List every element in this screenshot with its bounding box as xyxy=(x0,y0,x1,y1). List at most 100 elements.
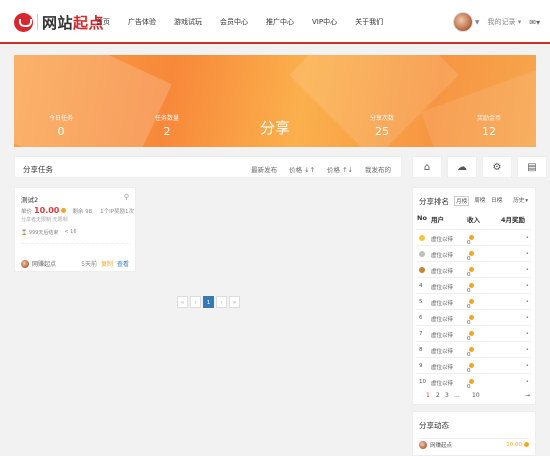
rank-page-10[interactable]: 10 xyxy=(472,392,480,399)
ranking-row: 6 虚位以待 0 • xyxy=(417,309,531,326)
card-divider xyxy=(21,243,129,244)
nav-member-center[interactable]: 会员中心 xyxy=(220,17,248,27)
nav-promotion-center[interactable]: 推广中心 xyxy=(266,17,294,27)
task-price: 单价 10.00 剩余 98 1个IP奖励1次 xyxy=(21,206,135,215)
nav-home[interactable]: 首页 xyxy=(96,17,110,27)
sort-price-desc[interactable]: 价格 ↑↓ xyxy=(327,164,353,174)
activity-avatar xyxy=(419,441,427,449)
row-menu-icon[interactable]: • xyxy=(526,379,529,385)
site-logo[interactable]: 网站起点 xyxy=(14,11,104,33)
my-records-link[interactable]: 我的记录 ▾ xyxy=(488,17,522,27)
tab-daily[interactable]: 日榜 xyxy=(490,196,503,206)
share-activity-panel: 分享动态 网赚起点 10.00 xyxy=(412,411,536,456)
quick-icon-bar: ⌂ ☁ ⚙ ▤ xyxy=(412,156,547,178)
arrow-right-icon[interactable]: → xyxy=(525,392,530,399)
cloud-upload-icon[interactable]: ☁ xyxy=(447,156,477,178)
page-prev[interactable]: ‹ xyxy=(190,296,201,308)
pin-icon: ⚲ xyxy=(123,193,129,201)
col-no: No xyxy=(417,214,427,222)
row-menu-icon[interactable]: • xyxy=(526,267,529,273)
mail-icon[interactable]: ✉▾ xyxy=(529,18,540,27)
row-menu-icon[interactable]: • xyxy=(526,331,529,337)
chevron-down-icon: ▾ xyxy=(517,18,522,26)
task-limit: 分享者无限制 无限制 xyxy=(21,217,68,223)
nav-about-us[interactable]: 关于我们 xyxy=(355,17,383,27)
task-stats: ⌛ 999天后结束 < 16 xyxy=(21,229,83,236)
author-avatar xyxy=(21,259,29,268)
tab-history[interactable]: 历史▾ xyxy=(507,196,529,206)
share-ranking-panel: 分享排名 月榜 周榜 日榜 历史▾ No 用户 收入 4月奖励 虚位以待 0 •… xyxy=(412,187,536,405)
logo-icon xyxy=(14,12,33,32)
home-icon[interactable]: ⌂ xyxy=(412,156,442,178)
stat-reward-coins: 奖励金币 12 xyxy=(476,115,501,138)
page-current[interactable]: 1 xyxy=(203,296,214,308)
sort-my-posts[interactable]: 我发布的 xyxy=(365,164,391,174)
col-user: 用户 xyxy=(431,216,444,224)
share-activity-divider xyxy=(419,438,529,439)
ranking-row: 7 虚位以待 0 • xyxy=(417,325,531,342)
ranking-title: 分享排名 xyxy=(419,197,449,206)
tab-monthly[interactable]: 月榜 xyxy=(454,196,470,206)
copy-button[interactable]: 复制 xyxy=(101,259,113,268)
col-award: 4月奖励 xyxy=(501,216,526,224)
share-banner: 今日任务 0 任务数量 2 分享 分享次数 25 奖励金币 12 xyxy=(14,55,536,147)
rank-page-3[interactable]: 3 xyxy=(445,392,449,399)
ranking-row: 9 虚位以待 0 • xyxy=(417,357,531,374)
task-author: 网赚起点 xyxy=(21,259,56,268)
view-button[interactable]: 查看 xyxy=(117,259,129,268)
logo-divider xyxy=(37,14,38,30)
task-section-title: 分享任务 xyxy=(23,165,53,174)
row-menu-icon[interactable]: • xyxy=(526,283,529,289)
ranking-row: 虚位以待 0 • xyxy=(417,229,531,246)
rank-page-ellipsis: ... xyxy=(454,392,460,399)
ranking-row: 8 虚位以待 0 • xyxy=(417,341,531,358)
sort-price-asc[interactable]: 价格 ↓↑ xyxy=(289,164,315,174)
header-user-area: ▼ 我的记录 ▾ ✉▾ xyxy=(452,12,540,32)
sort-newest[interactable]: 最新发布 xyxy=(251,164,277,174)
stat-share-count: 分享次数 25 xyxy=(369,115,394,138)
ranking-row: 5 虚位以待 0 • xyxy=(417,293,531,310)
main-nav: 首页 广告体验 游戏试玩 会员中心 推广中心 VIP中心 关于我们 xyxy=(96,17,401,27)
coin-icon xyxy=(524,442,529,447)
tab-weekly[interactable]: 周榜 xyxy=(473,196,486,206)
gold-medal-icon xyxy=(419,235,425,243)
gear-icon[interactable]: ⚙ xyxy=(482,156,512,178)
rank-page-2[interactable]: 2 xyxy=(436,392,440,399)
pagination: « ‹ 1 › » xyxy=(177,296,240,308)
nav-ad-experience[interactable]: 广告体验 xyxy=(128,17,156,27)
page-last[interactable]: » xyxy=(229,296,240,308)
task-toolbar: 分享任务 最新发布 价格 ↓↑ 价格 ↑↓ 我发布的 xyxy=(14,156,402,178)
chevron-down-icon[interactable]: ▼ xyxy=(475,19,480,26)
logo-text: 网站起点 xyxy=(42,13,105,32)
ranking-row: 10 虚位以待 0 • xyxy=(417,373,531,390)
task-share-count: < 16 xyxy=(64,229,77,235)
bronze-medal-icon xyxy=(419,267,425,275)
row-menu-icon[interactable]: • xyxy=(526,251,529,257)
top-header: 网站起点 首页 广告体验 游戏试玩 会员中心 推广中心 VIP中心 关于我们 ▼… xyxy=(0,0,550,44)
silver-medal-icon xyxy=(419,251,425,259)
share-activity-row: 网赚起点 10.00 xyxy=(419,441,529,449)
page-next[interactable]: › xyxy=(216,296,227,308)
row-menu-icon[interactable]: • xyxy=(526,299,529,305)
task-expire: ⌛ 999天后结束 xyxy=(21,230,59,236)
nav-game-trial[interactable]: 游戏试玩 xyxy=(174,17,202,27)
page-first[interactable]: « xyxy=(177,296,188,308)
row-menu-icon[interactable]: • xyxy=(526,363,529,369)
ranking-row: 虚位以待 0 • xyxy=(417,245,531,262)
sort-options: 最新发布 价格 ↓↑ 价格 ↑↓ 我发布的 xyxy=(239,164,391,174)
share-activity-title: 分享动态 xyxy=(419,421,449,430)
row-menu-icon[interactable]: • xyxy=(526,315,529,321)
rank-page-1[interactable]: 1 xyxy=(426,392,430,399)
task-card[interactable]: 测试2 ⚲ 单价 10.00 剩余 98 1个IP奖励1次 分享者无限制 无限制 … xyxy=(14,187,136,272)
task-name[interactable]: 测试2 xyxy=(21,194,38,204)
ranking-rows: 虚位以待 0 • 虚位以待 0 • 虚位以待 0 • 4 虚位以待 0 • 5 … xyxy=(417,229,531,390)
ranking-header: No 用户 收入 4月奖励 xyxy=(417,214,531,228)
row-menu-icon[interactable]: • xyxy=(526,235,529,241)
list-icon[interactable]: ▤ xyxy=(517,156,547,178)
user-avatar[interactable] xyxy=(452,12,473,32)
nav-vip-center[interactable]: VIP中心 xyxy=(312,17,337,27)
ranking-row: 4 虚位以待 0 • xyxy=(417,277,531,294)
task-time: 5天前 xyxy=(81,261,97,268)
ranking-tabs: 月榜 周榜 日榜 历史▾ xyxy=(450,196,529,206)
row-menu-icon[interactable]: • xyxy=(526,347,529,353)
